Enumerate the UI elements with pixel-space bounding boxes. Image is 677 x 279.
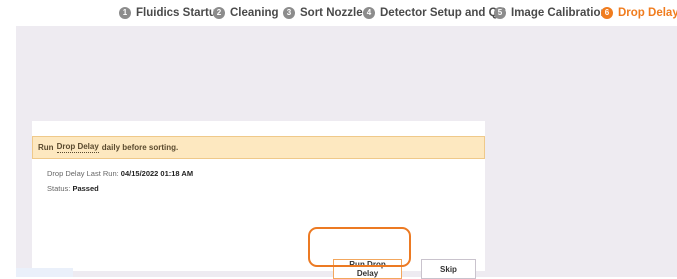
skip-button[interactable]: Skip [421,259,476,279]
step-label: Detector Setup and QC [380,7,506,19]
step-number-badge: 6 [601,7,613,19]
step-number-badge: 5 [494,7,506,19]
drop-delay-term-link[interactable]: Drop Delay [56,142,99,153]
drop-delay-panel: Run Drop Delay daily before sorting. Dro… [32,121,485,279]
step-image-calibration[interactable]: 5 Image Calibration [494,4,608,22]
step-label: Drop Delay [618,7,677,19]
workflow-stepper: 1 Fluidics Startup 2 Cleaning 3 Sort Noz… [0,0,677,26]
step-label: Fluidics Startup [136,7,223,19]
step-number-badge: 1 [119,7,131,19]
step-fluidics-startup[interactable]: 1 Fluidics Startup [119,4,223,22]
step-label: Image Calibration [511,7,608,19]
banner-prefix: Run [38,143,54,152]
step-number-badge: 3 [283,7,295,19]
step-sort-nozzle[interactable]: 3 Sort Nozzle [283,4,363,22]
step-label: Cleaning [230,7,279,19]
bottom-accent-strip [16,268,73,277]
main-content-area: Run Drop Delay daily before sorting. Dro… [16,26,677,279]
status-label: Status: [47,184,71,193]
last-run-label: Drop Delay Last Run: [47,169,119,178]
step-detector-setup-qc[interactable]: 4 Detector Setup and QC [363,4,506,22]
status-row: Status: Passed [47,184,99,193]
banner-suffix: daily before sorting. [101,143,179,152]
step-cleaning[interactable]: 2 Cleaning [213,4,279,22]
step-drop-delay[interactable]: 6 Drop Delay [601,4,677,22]
run-drop-delay-button[interactable]: Run Drop Delay [333,259,402,279]
step-number-badge: 2 [213,7,225,19]
step-number-badge: 4 [363,7,375,19]
last-run-value: 04/15/2022 01:18 AM [120,169,194,178]
last-run-row: Drop Delay Last Run: 04/15/2022 01:18 AM [47,169,193,178]
info-banner: Run Drop Delay daily before sorting. [32,136,485,159]
status-value: Passed [72,184,99,193]
step-label: Sort Nozzle [300,7,363,19]
